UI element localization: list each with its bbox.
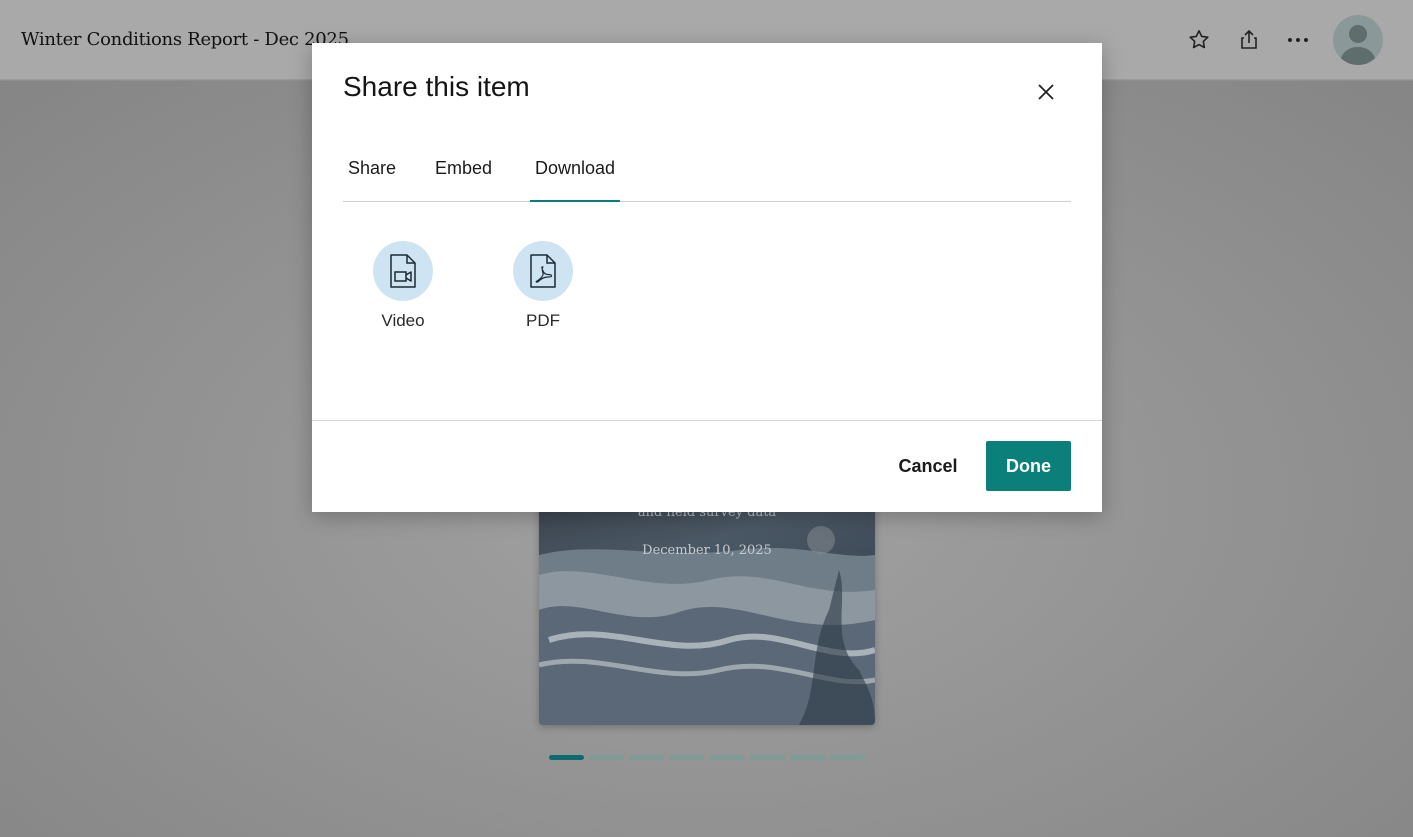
video-file-icon [390,254,416,288]
dialog-tabs: Share Embed Download [343,153,1071,202]
slide-dot[interactable] [669,755,704,760]
more-icon[interactable] [1286,28,1310,52]
share-dialog: Share this item Share Embed Download Vid… [312,43,1102,512]
video-option-label: Video [381,311,425,330]
tab-embed[interactable]: Embed [430,153,497,200]
slide-dot[interactable] [830,755,865,760]
story-card[interactable]: and field survey data December 10, 2025 [539,500,875,725]
video-icon-circle [373,241,433,301]
snow-landscape-image [539,526,875,725]
avatar[interactable] [1333,15,1383,65]
tab-share[interactable]: Share [343,153,401,200]
document-title: Winter Conditions Report - Dec 2025 [21,29,349,50]
share-icon[interactable] [1237,28,1261,52]
slide-dot[interactable] [629,755,664,760]
star-icon[interactable] [1187,28,1211,52]
dialog-title: Share this item [343,71,530,102]
download-video-option[interactable]: Video [358,241,448,331]
close-icon [1038,84,1054,100]
pdf-option-label: PDF [526,311,560,330]
footer-divider [312,420,1102,421]
slide-dot[interactable] [790,755,825,760]
download-pdf-option[interactable]: PDF [498,241,588,331]
slide-dot[interactable] [709,755,744,760]
close-button[interactable] [1030,76,1062,108]
cancel-button[interactable]: Cancel [886,441,970,491]
slide-dot[interactable] [589,755,624,760]
story-date: December 10, 2025 [642,543,772,558]
slide-dot[interactable] [549,755,584,760]
slide-dot[interactable] [750,755,785,760]
tab-download[interactable]: Download [530,153,621,202]
pdf-icon-circle [513,241,573,301]
pdf-file-icon [530,254,556,288]
done-button[interactable]: Done [986,441,1071,491]
